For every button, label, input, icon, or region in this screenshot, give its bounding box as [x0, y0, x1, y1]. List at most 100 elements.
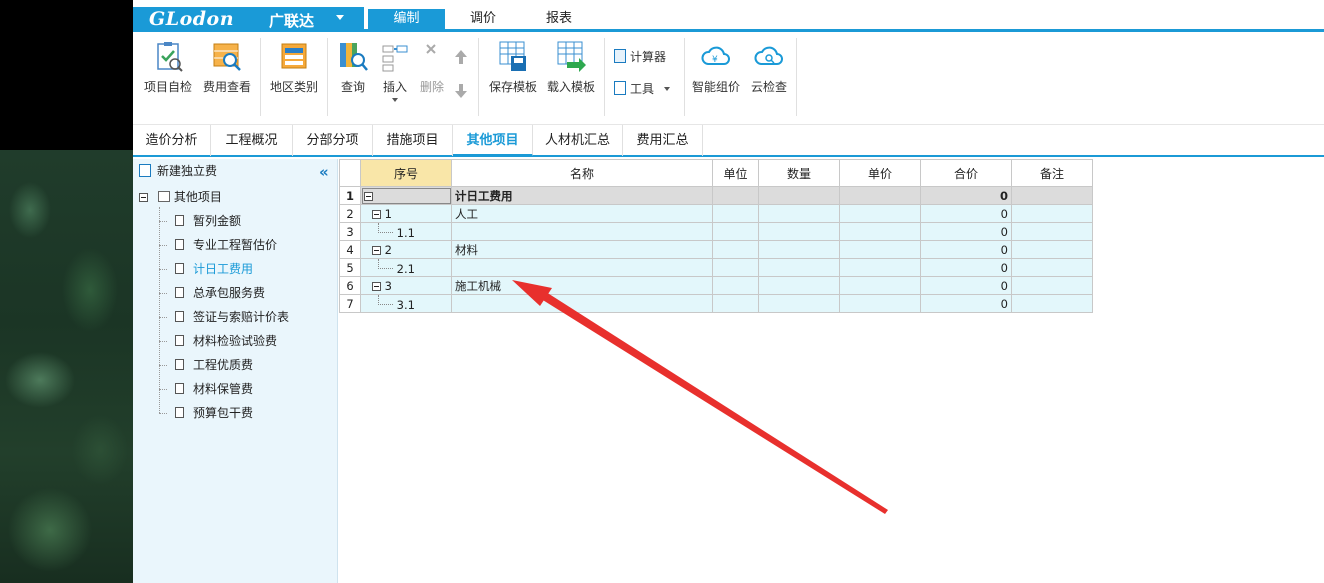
tab-cost-analysis[interactable]: 造价分析 — [133, 125, 211, 156]
note-cell[interactable] — [1011, 258, 1093, 277]
qty-cell[interactable] — [758, 240, 840, 259]
table-row[interactable]: 4 2 材料 0 — [339, 240, 1093, 259]
logo-menu-button[interactable]: GLodon 广联达 — [133, 7, 364, 31]
tree-item-provisional-sum[interactable]: 暂列金额 — [175, 211, 241, 231]
price-cell[interactable] — [839, 204, 921, 223]
project-check-button[interactable]: 项目自检 — [143, 40, 193, 95]
tree-item-material-storage[interactable]: 材料保管费 — [175, 379, 253, 399]
tab-division-items[interactable]: 分部分项 — [293, 125, 373, 156]
name-cell[interactable]: 人工 — [451, 204, 713, 223]
total-cell[interactable]: 0 — [920, 258, 1012, 277]
calculator-button[interactable]: 计算器 — [614, 48, 674, 65]
header-seq[interactable]: 序号 — [360, 159, 452, 187]
name-cell[interactable] — [451, 294, 713, 313]
table-row[interactable]: 3 1.1 0 — [339, 222, 1093, 241]
tree-item-general-contract-service[interactable]: 总承包服务费 — [175, 283, 265, 303]
tab-project-overview[interactable]: 工程概况 — [211, 125, 293, 156]
unit-cell[interactable] — [712, 276, 759, 295]
total-cell[interactable]: 0 — [920, 294, 1012, 313]
qty-cell[interactable] — [758, 204, 840, 223]
header-unit[interactable]: 单位 — [712, 159, 759, 187]
name-cell[interactable] — [451, 258, 713, 277]
header-qty[interactable]: 数量 — [758, 159, 840, 187]
seq-cell[interactable]: 2.1 — [360, 258, 452, 277]
seq-cell[interactable]: 1.1 — [360, 222, 452, 241]
header-price[interactable]: 单价 — [839, 159, 921, 187]
price-cell[interactable] — [839, 222, 921, 241]
header-name[interactable]: 名称 — [451, 159, 713, 187]
tab-cost-summary[interactable]: 费用汇总 — [623, 125, 703, 156]
collapse-node-icon[interactable] — [372, 281, 381, 291]
tab-bianzhi[interactable]: 编制 — [368, 9, 445, 31]
query-button[interactable]: 查询 — [333, 40, 373, 95]
total-cell[interactable]: 0 — [920, 222, 1012, 241]
smart-pricing-button[interactable]: ¥ 智能组价 — [690, 40, 742, 95]
tree-item-daywork-cost[interactable]: 计日工费用 — [175, 259, 253, 279]
cost-view-button[interactable]: 费用查看 — [201, 40, 253, 95]
name-cell[interactable]: 材料 — [451, 240, 713, 259]
qty-cell[interactable] — [758, 186, 840, 205]
arrow-up-down-icon[interactable] — [451, 40, 471, 100]
tools-button[interactable]: 工具 — [614, 80, 674, 97]
new-independent-fee-button[interactable]: 新建独立费 — [139, 161, 217, 181]
total-cell[interactable]: 0 — [920, 240, 1012, 259]
table-row[interactable]: 7 3.1 0 — [339, 294, 1093, 313]
price-cell[interactable] — [839, 240, 921, 259]
table-row[interactable]: 5 2.1 0 — [339, 258, 1093, 277]
total-cell[interactable]: 0 — [920, 276, 1012, 295]
unit-cell[interactable] — [712, 186, 759, 205]
seq-cell[interactable]: 1 — [360, 204, 452, 223]
qty-cell[interactable] — [758, 294, 840, 313]
save-template-button[interactable]: 保存模板 — [487, 40, 539, 95]
tab-tiaojia[interactable]: 调价 — [455, 9, 511, 31]
price-cell[interactable] — [839, 186, 921, 205]
delete-button[interactable]: 删除 — [416, 40, 448, 95]
collapse-node-icon[interactable] — [364, 191, 373, 201]
qty-cell[interactable] — [758, 258, 840, 277]
collapse-node-icon[interactable] — [372, 209, 381, 219]
header-note[interactable]: 备注 — [1011, 159, 1093, 187]
name-cell[interactable]: 计日工费用 — [451, 186, 713, 205]
unit-cell[interactable] — [712, 222, 759, 241]
table-row[interactable]: 1 计日工费用 0 — [339, 186, 1093, 205]
unit-cell[interactable] — [712, 258, 759, 277]
note-cell[interactable] — [1011, 276, 1093, 295]
note-cell[interactable] — [1011, 294, 1093, 313]
tree-item-specialty-estimate[interactable]: 专业工程暂估价 — [175, 235, 277, 255]
price-cell[interactable] — [839, 258, 921, 277]
seq-cell[interactable]: 2 — [360, 240, 452, 259]
qty-cell[interactable] — [758, 222, 840, 241]
table-row[interactable]: 6 3 施工机械 0 — [339, 276, 1093, 295]
insert-button[interactable]: 插入 — [377, 40, 413, 102]
seq-cell[interactable]: 3.1 — [360, 294, 452, 313]
collapse-pane-icon[interactable]: « — [319, 163, 329, 181]
unit-cell[interactable] — [712, 240, 759, 259]
seq-cell[interactable] — [360, 186, 452, 205]
total-cell[interactable]: 0 — [920, 186, 1012, 205]
cloud-check-button[interactable]: 云检查 — [746, 40, 792, 95]
total-cell[interactable]: 0 — [920, 204, 1012, 223]
tab-labor-material-summary[interactable]: 人材机汇总 — [533, 125, 623, 156]
region-category-button[interactable]: 地区类别 — [268, 40, 320, 95]
header-total[interactable]: 合价 — [920, 159, 1012, 187]
price-cell[interactable] — [839, 276, 921, 295]
qty-cell[interactable] — [758, 276, 840, 295]
note-cell[interactable] — [1011, 204, 1093, 223]
tree-item-material-testing[interactable]: 材料检验试验费 — [175, 331, 277, 351]
name-cell[interactable]: 施工机械 — [451, 276, 713, 295]
price-cell[interactable] — [839, 294, 921, 313]
table-row[interactable]: 2 1 人工 0 — [339, 204, 1093, 223]
note-cell[interactable] — [1011, 186, 1093, 205]
name-cell[interactable] — [451, 222, 713, 241]
tree-root-other-items[interactable]: 其他项目 — [139, 187, 222, 207]
tree-item-visa-claims[interactable]: 签证与索赔计价表 — [175, 307, 289, 327]
unit-cell[interactable] — [712, 294, 759, 313]
tab-baobiao[interactable]: 报表 — [531, 9, 587, 31]
tree-item-budget-lump-sum[interactable]: 预算包干费 — [175, 403, 253, 423]
collapse-node-icon[interactable] — [139, 193, 148, 202]
tab-other-items[interactable]: 其他项目 — [453, 125, 533, 156]
seq-cell[interactable]: 3 — [360, 276, 452, 295]
note-cell[interactable] — [1011, 222, 1093, 241]
note-cell[interactable] — [1011, 240, 1093, 259]
load-template-button[interactable]: 载入模板 — [545, 40, 597, 95]
